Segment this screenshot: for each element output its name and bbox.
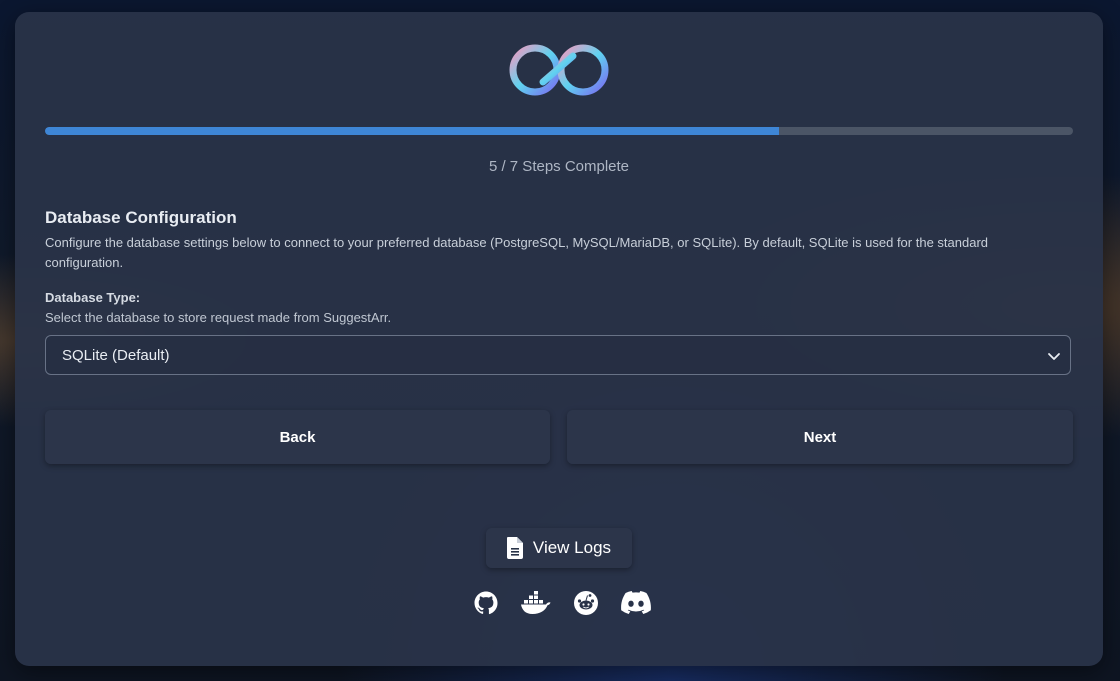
- steps-complete-text: 5 / 7 Steps Complete: [488, 158, 630, 175]
- view-logs-label: View Logs: [532, 538, 612, 557]
- reddit-icon: [574, 591, 598, 615]
- next-button[interactable]: Next: [567, 410, 1073, 464]
- section-title: Database Configuration: [45, 208, 237, 227]
- database-type-label: Database Type:: [45, 290, 141, 305]
- back-button[interactable]: Back: [45, 410, 550, 464]
- reddit-link[interactable]: [573, 590, 599, 616]
- chevron-down-icon: [1048, 353, 1060, 360]
- discord-link[interactable]: [620, 590, 652, 616]
- github-link[interactable]: [473, 590, 499, 616]
- progress-bar: [45, 127, 1073, 135]
- docker-icon: [521, 591, 551, 614]
- database-type-select[interactable]: SQLite (Default): [45, 335, 1071, 375]
- database-type-help: Select the database to store request mad…: [45, 310, 392, 325]
- view-logs-button[interactable]: View Logs: [486, 528, 632, 568]
- discord-icon: [621, 591, 651, 614]
- app-logo: [509, 44, 609, 96]
- github-icon: [474, 591, 498, 615]
- file-icon: [506, 537, 523, 559]
- docker-link[interactable]: [520, 590, 552, 616]
- setup-card: 5 / 7 Steps Complete Database Configurat…: [15, 12, 1103, 666]
- database-type-value: SQLite (Default): [62, 347, 170, 364]
- section-description: Configure the database settings below to…: [45, 235, 989, 270]
- progress-fill: [45, 127, 779, 135]
- social-links: [473, 590, 652, 616]
